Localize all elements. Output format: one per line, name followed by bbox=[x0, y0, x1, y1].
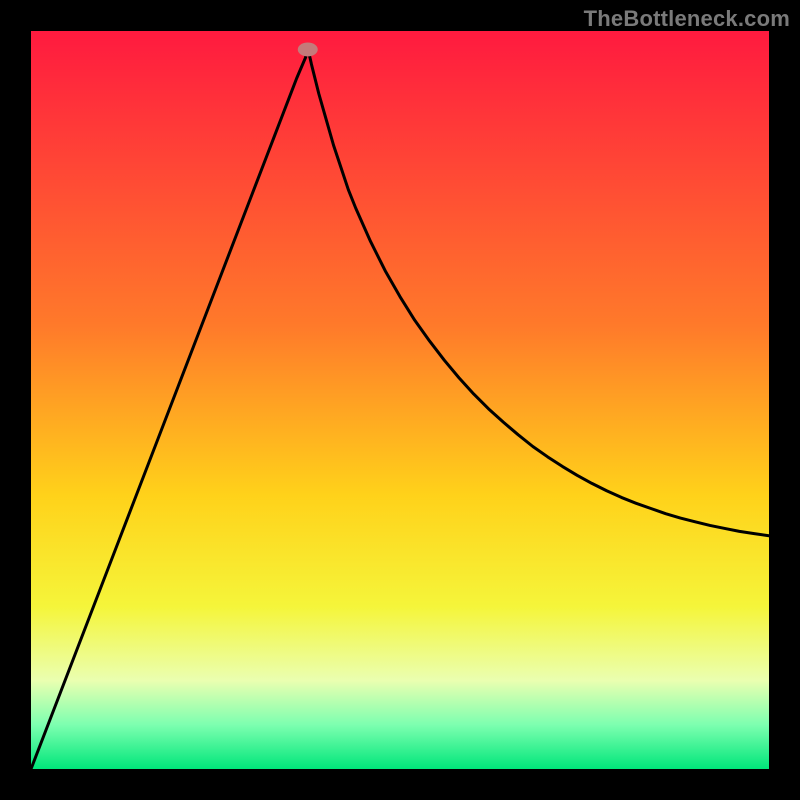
watermark-text: TheBottleneck.com bbox=[584, 6, 790, 32]
optimal-marker bbox=[298, 42, 318, 56]
chart-frame: TheBottleneck.com bbox=[0, 0, 800, 800]
chart-plot-area bbox=[31, 31, 769, 769]
chart-svg bbox=[31, 31, 769, 769]
chart-background bbox=[31, 31, 769, 769]
